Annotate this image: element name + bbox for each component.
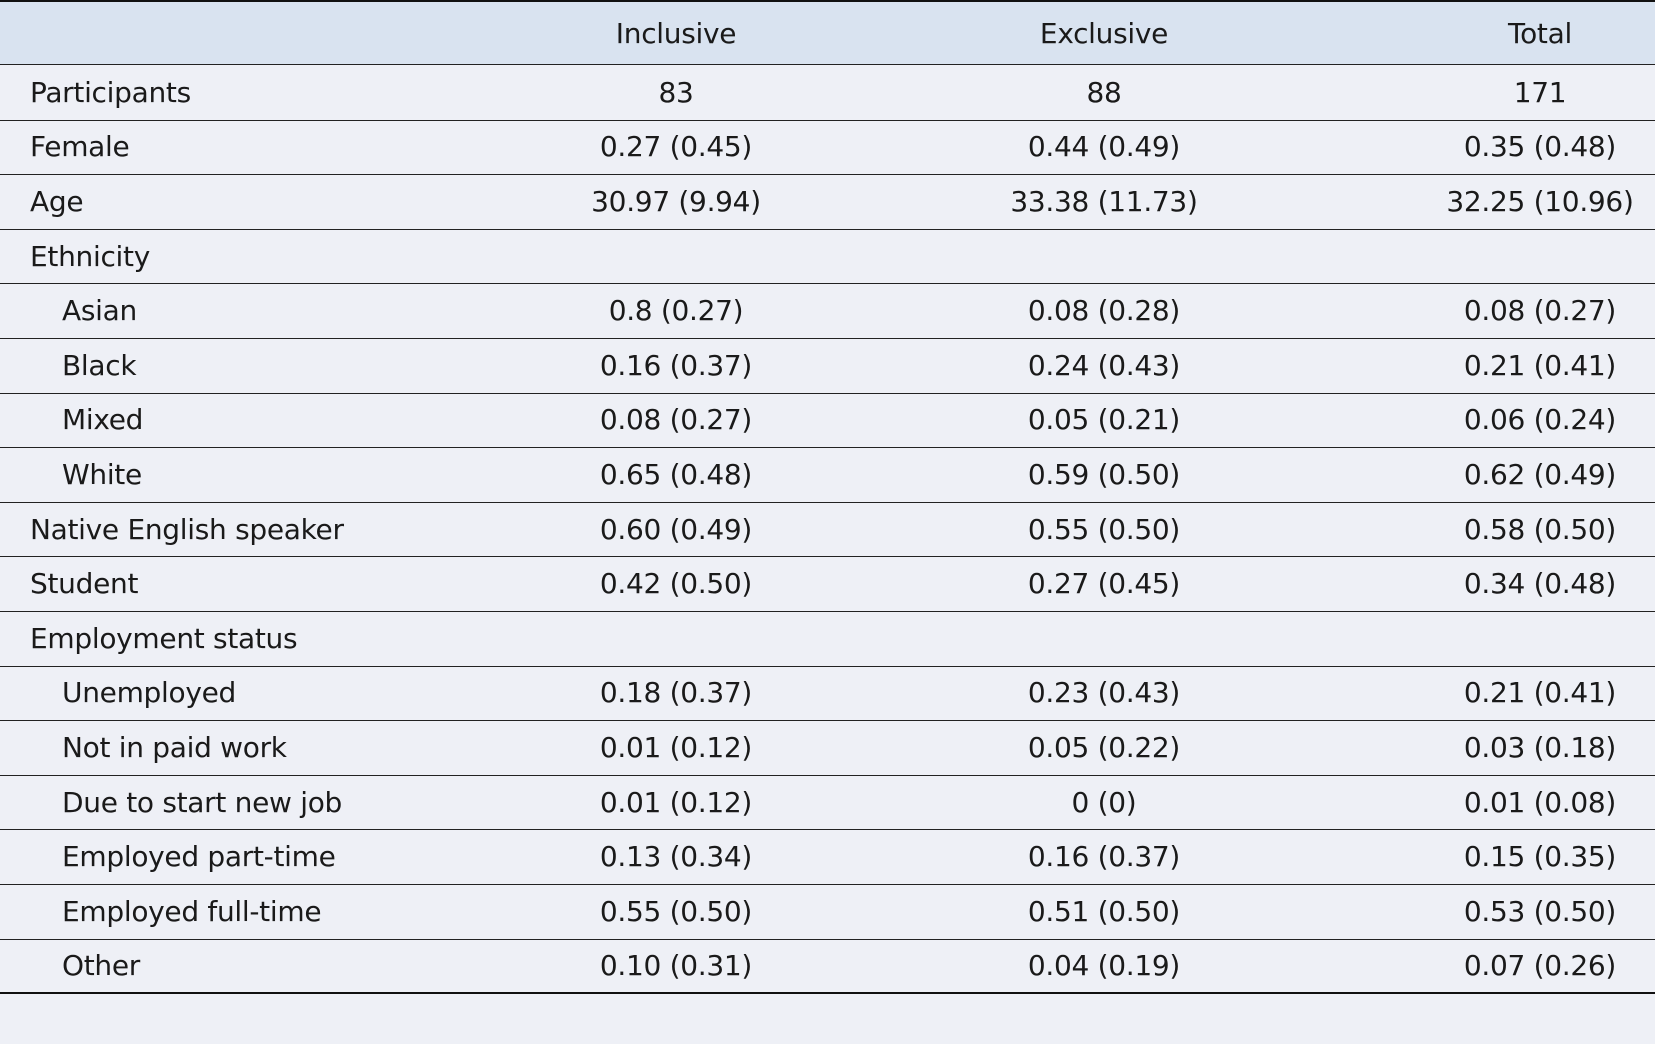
cell-inclusive: 0.10 (0.31) bbox=[599, 948, 753, 982]
row-label: Employed full-time bbox=[62, 894, 322, 928]
column-header-inclusive: Inclusive bbox=[615, 16, 737, 50]
row-label: Participants bbox=[30, 75, 191, 109]
cell-total: 0.35 (0.48) bbox=[1463, 130, 1617, 164]
table-row: Due to start new job 0.01 (0.12) 0 (0) 0.01… bbox=[0, 775, 1655, 831]
cell-total: 0.21 (0.41) bbox=[1463, 348, 1617, 382]
row-label: Black bbox=[62, 348, 137, 382]
cell-exclusive: 0 (0) bbox=[1071, 785, 1137, 819]
cell-total: 0.58 (0.50) bbox=[1463, 512, 1617, 546]
cell-total: 0.08 (0.27) bbox=[1463, 294, 1617, 328]
cell-exclusive: 0.51 (0.50) bbox=[1027, 894, 1181, 928]
cell-total: 0.62 (0.49) bbox=[1463, 457, 1617, 491]
table-row: Employed full-time 0.55 (0.50) 0.51 (0.50)… bbox=[0, 884, 1655, 940]
table-row: Employed part-time 0.13 (0.34) 0.16 (0.37)… bbox=[0, 829, 1655, 885]
row-label: Asian bbox=[62, 294, 137, 328]
cell-exclusive: 0.44 (0.49) bbox=[1027, 130, 1181, 164]
row-label: Due to start new job bbox=[62, 785, 343, 819]
table-row: Female 0.27 (0.45) 0.44 (0.49) 0.35 (0.48) bbox=[0, 120, 1655, 176]
cell-inclusive: 0.42 (0.50) bbox=[599, 567, 753, 601]
cell-exclusive: 33.38 (11.73) bbox=[1010, 184, 1198, 218]
cell-inclusive: 0.60 (0.49) bbox=[599, 512, 753, 546]
row-label: Other bbox=[62, 948, 141, 982]
cell-total: 0.34 (0.48) bbox=[1463, 567, 1617, 601]
cell-exclusive: 0.23 (0.43) bbox=[1027, 676, 1181, 710]
cell-inclusive: 0.08 (0.27) bbox=[599, 403, 753, 437]
cell-inclusive: 0.18 (0.37) bbox=[599, 676, 753, 710]
cell-exclusive: 0.05 (0.22) bbox=[1027, 730, 1181, 764]
summary-statistics-table: Inclusive Exclusive Total Participants 83… bbox=[0, 0, 1655, 1044]
cell-total: 0.03 (0.18) bbox=[1463, 730, 1617, 764]
table-row: Participants 83 88 171 bbox=[0, 65, 1655, 121]
cell-exclusive: 0.59 (0.50) bbox=[1027, 457, 1181, 491]
cell-total: 32.25 (10.96) bbox=[1446, 184, 1634, 218]
table-row: Unemployed 0.18 (0.37) 0.23 (0.43) 0.21 (0.… bbox=[0, 666, 1655, 722]
cell-exclusive: 0.16 (0.37) bbox=[1027, 840, 1181, 874]
table-row: Asian 0.8 (0.27) 0.08 (0.28) 0.08 (0.27) bbox=[0, 283, 1655, 339]
row-label: Student bbox=[30, 567, 139, 601]
cell-exclusive bbox=[954, 611, 1254, 666]
table-row: Not in paid work 0.01 (0.12) 0.05 (0.22) 0.… bbox=[0, 720, 1655, 776]
row-label: Unemployed bbox=[62, 676, 236, 710]
cell-inclusive: 0.01 (0.12) bbox=[599, 730, 753, 764]
row-label: Female bbox=[30, 130, 130, 164]
table-row: Age 30.97 (9.94) 33.38 (11.73) 32.25 (10.96… bbox=[0, 174, 1655, 230]
cell-exclusive: 0.04 (0.19) bbox=[1027, 948, 1181, 982]
cell-total bbox=[1390, 611, 1655, 666]
cell-inclusive: 83 bbox=[658, 75, 694, 109]
cell-total: 0.53 (0.50) bbox=[1463, 894, 1617, 928]
cell-total: 0.06 (0.24) bbox=[1463, 403, 1617, 437]
row-label: Mixed bbox=[62, 403, 144, 437]
row-label: Not in paid work bbox=[62, 730, 287, 764]
table-header-row: Inclusive Exclusive Total bbox=[0, 2, 1655, 65]
cell-inclusive bbox=[526, 611, 826, 666]
cell-exclusive: 0.55 (0.50) bbox=[1027, 512, 1181, 546]
cell-exclusive: 0.08 (0.28) bbox=[1027, 294, 1181, 328]
cell-exclusive: 0.27 (0.45) bbox=[1027, 567, 1181, 601]
cell-inclusive: 0.65 (0.48) bbox=[599, 457, 753, 491]
cell-total: 0.01 (0.08) bbox=[1463, 785, 1617, 819]
table-row: Mixed 0.08 (0.27) 0.05 (0.21) 0.06 (0.24) bbox=[0, 393, 1655, 449]
cell-inclusive: 0.8 (0.27) bbox=[608, 294, 744, 328]
cell-total: 0.07 (0.26) bbox=[1463, 948, 1617, 982]
row-label: Ethnicity bbox=[30, 239, 150, 273]
cell-inclusive: 0.13 (0.34) bbox=[599, 840, 753, 874]
row-label: Employed part-time bbox=[62, 840, 336, 874]
cell-inclusive: 0.55 (0.50) bbox=[599, 894, 753, 928]
table-row: Other 0.10 (0.31) 0.04 (0.19) 0.07 (0.26) bbox=[0, 939, 1655, 995]
cell-total: 0.15 (0.35) bbox=[1463, 840, 1617, 874]
cell-exclusive: 0.24 (0.43) bbox=[1027, 348, 1181, 382]
cell-exclusive: 0.05 (0.21) bbox=[1027, 403, 1181, 437]
table-row: Student 0.42 (0.50) 0.27 (0.45) 0.34 (0.48) bbox=[0, 556, 1655, 612]
cell-total: 0.21 (0.41) bbox=[1463, 676, 1617, 710]
row-label: Native English speaker bbox=[30, 512, 344, 546]
row-label: White bbox=[62, 457, 142, 491]
column-header-total: Total bbox=[1508, 16, 1572, 50]
table-row: Employment status bbox=[0, 611, 1655, 667]
cell-inclusive: 0.01 (0.12) bbox=[599, 785, 753, 819]
cell-total bbox=[1390, 229, 1655, 284]
cell-exclusive bbox=[954, 229, 1254, 284]
cell-inclusive: 30.97 (9.94) bbox=[591, 184, 761, 218]
table-row: Native English speaker 0.60 (0.49) 0.55 (0… bbox=[0, 502, 1655, 558]
row-label: Age bbox=[30, 184, 84, 218]
cell-inclusive: 0.27 (0.45) bbox=[599, 130, 753, 164]
row-label: Employment status bbox=[30, 621, 298, 655]
table-row: White 0.65 (0.48) 0.59 (0.50) 0.62 (0.49) bbox=[0, 447, 1655, 503]
cell-exclusive: 88 bbox=[1086, 75, 1122, 109]
cell-total: 171 bbox=[1513, 75, 1567, 109]
table-row: Ethnicity bbox=[0, 229, 1655, 285]
cell-inclusive: 0.16 (0.37) bbox=[599, 348, 753, 382]
cell-inclusive bbox=[526, 229, 826, 284]
column-header-exclusive: Exclusive bbox=[1039, 16, 1169, 50]
table-row: Black 0.16 (0.37) 0.24 (0.43) 0.21 (0.41) bbox=[0, 338, 1655, 394]
